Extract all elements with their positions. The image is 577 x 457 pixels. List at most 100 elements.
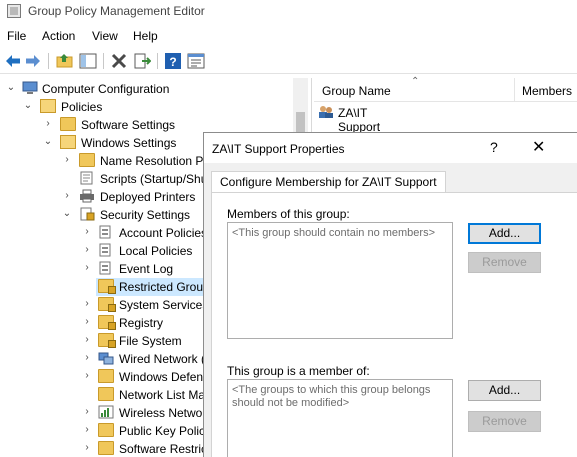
script-icon	[80, 171, 93, 185]
help-icon[interactable]: ?	[164, 52, 182, 70]
network-icon	[98, 352, 114, 365]
tree-item-computer-configuration[interactable]: ⌄ Computer Configuration	[0, 80, 308, 98]
properties-icon[interactable]	[187, 52, 205, 70]
members-add-button[interactable]: Add...	[468, 223, 541, 244]
expand-chevron-icon[interactable]: ›	[62, 154, 72, 166]
tree-item-label: Event Log	[119, 262, 174, 276]
member-of-listbox[interactable]: <The groups to which this group belongs …	[227, 379, 453, 457]
folder-icon	[98, 441, 114, 455]
expand-chevron-icon[interactable]: ›	[82, 262, 92, 274]
export-list-icon[interactable]	[133, 52, 151, 70]
members-placeholder: <This group should contain no members>	[232, 227, 436, 239]
collapse-chevron-icon[interactable]: ⌄	[43, 136, 53, 148]
tree-item-label: Restricted Group	[119, 280, 210, 294]
folder-icon	[98, 369, 114, 383]
column-group-name[interactable]: Group Name	[322, 84, 391, 98]
folder-open-icon	[60, 135, 76, 149]
tree-item-label: Wired Network (	[119, 352, 206, 366]
help-button[interactable]: ?	[490, 139, 498, 155]
tab-strip: Configure Membership for ZA\IT Support	[204, 163, 577, 193]
toolbar-separator	[157, 53, 158, 69]
tree-item-label: System Services	[119, 298, 209, 312]
tree-item-label: File System	[119, 334, 182, 348]
menu-action[interactable]: Action	[42, 29, 75, 43]
expand-chevron-icon[interactable]: ›	[82, 370, 92, 382]
computer-icon	[22, 81, 38, 94]
list-header: ⌃ Group Name Members	[314, 76, 577, 102]
tree-item-label: Account Policies	[119, 226, 208, 240]
tree-item-label: Public Key Polic	[119, 424, 206, 438]
group-name: ZA\IT Support	[338, 106, 381, 134]
folder-icon	[60, 117, 76, 131]
group-icon	[319, 106, 333, 118]
expand-chevron-icon[interactable]: ›	[82, 424, 92, 436]
collapse-chevron-icon[interactable]: ⌄	[23, 100, 33, 112]
window-title-bar: Group Policy Management Editor	[0, 0, 577, 24]
folder-icon	[79, 153, 95, 167]
close-button[interactable]: ✕	[532, 137, 545, 157]
menu-help[interactable]: Help	[133, 29, 158, 43]
menu-view[interactable]: View	[92, 29, 118, 43]
security-settings-icon	[80, 207, 95, 221]
folder-lock-icon	[98, 333, 116, 348]
dialog-title-bar: ZA\IT Support Properties ? ✕	[204, 133, 577, 163]
toolbar-separator	[48, 53, 49, 69]
group-properties-dialog: ZA\IT Support Properties ? ✕ Configure M…	[203, 132, 577, 457]
tree-item-label: Name Resolution Po	[100, 154, 211, 168]
tree-item-label: Computer Configuration	[42, 82, 170, 96]
expand-chevron-icon[interactable]: ›	[62, 190, 72, 202]
window-title: Group Policy Management Editor	[28, 4, 205, 18]
tree-item-label: Deployed Printers	[100, 190, 196, 204]
expand-chevron-icon[interactable]: ›	[82, 226, 92, 238]
member-of-placeholder: <The groups to which this group belongs …	[232, 384, 431, 409]
forward-arrow-icon[interactable]	[24, 52, 42, 70]
member-of-remove-button[interactable]: Remove	[468, 411, 541, 432]
members-listbox[interactable]: <This group should contain no members>	[227, 222, 453, 339]
printer-icon	[80, 189, 94, 203]
back-arrow-icon[interactable]	[4, 52, 22, 70]
expand-chevron-icon[interactable]: ›	[43, 118, 53, 130]
member-of-add-button[interactable]: Add...	[468, 380, 541, 401]
expand-chevron-icon[interactable]: ›	[82, 334, 92, 346]
collapse-chevron-icon[interactable]: ⌄	[62, 208, 72, 220]
collapse-chevron-icon[interactable]: ⌄	[6, 82, 16, 94]
members-remove-button[interactable]: Remove	[468, 252, 541, 273]
tree-item-label: Software Settings	[81, 118, 176, 132]
expand-chevron-icon[interactable]: ›	[82, 316, 92, 328]
tree-item-policies[interactable]: ⌄ Policies	[0, 98, 308, 116]
folder-icon	[98, 423, 114, 437]
chart-icon	[98, 405, 114, 419]
folder-lock-icon	[98, 297, 116, 312]
policy-icon	[99, 261, 111, 275]
policy-icon	[99, 225, 111, 239]
column-divider[interactable]	[514, 78, 515, 102]
show-hide-tree-icon[interactable]	[79, 52, 97, 70]
dialog-title: ZA\IT Support Properties	[212, 142, 345, 156]
expand-chevron-icon[interactable]: ›	[82, 352, 92, 364]
tree-item-label: Scripts (Startup/Shu	[100, 172, 208, 186]
tree-item-label: Windows Defend	[119, 370, 210, 384]
menu-bar: File Action View Help	[0, 26, 577, 46]
sort-ascending-icon: ⌃	[411, 76, 420, 87]
members-label: Members of this group:	[227, 207, 350, 221]
tree-item-label: Windows Settings	[81, 136, 177, 150]
delete-icon[interactable]	[110, 52, 128, 70]
tree-item-label: Software Restric	[119, 442, 208, 456]
expand-chevron-icon[interactable]: ›	[82, 244, 92, 256]
member-of-label: This group is a member of:	[227, 364, 370, 378]
tab-panel: Members of this group: <This group shoul…	[211, 192, 577, 457]
tab-configure-membership[interactable]: Configure Membership for ZA\IT Support	[211, 171, 446, 193]
menu-file[interactable]: File	[7, 29, 26, 43]
expand-chevron-icon[interactable]: ›	[82, 406, 92, 418]
tree-item-label: Security Settings	[100, 208, 191, 222]
gpme-app-icon	[7, 4, 21, 18]
column-members[interactable]: Members	[522, 84, 572, 98]
up-folder-icon[interactable]	[56, 52, 74, 70]
svg-text:?: ?	[169, 55, 176, 69]
toolbar: ?	[0, 48, 577, 74]
expand-chevron-icon[interactable]: ›	[82, 298, 92, 310]
tree-item-label: Local Policies	[119, 244, 193, 258]
tree-item-label: Registry	[119, 316, 164, 330]
tree-item-label: Policies	[61, 100, 103, 114]
expand-chevron-icon[interactable]: ›	[82, 442, 92, 454]
